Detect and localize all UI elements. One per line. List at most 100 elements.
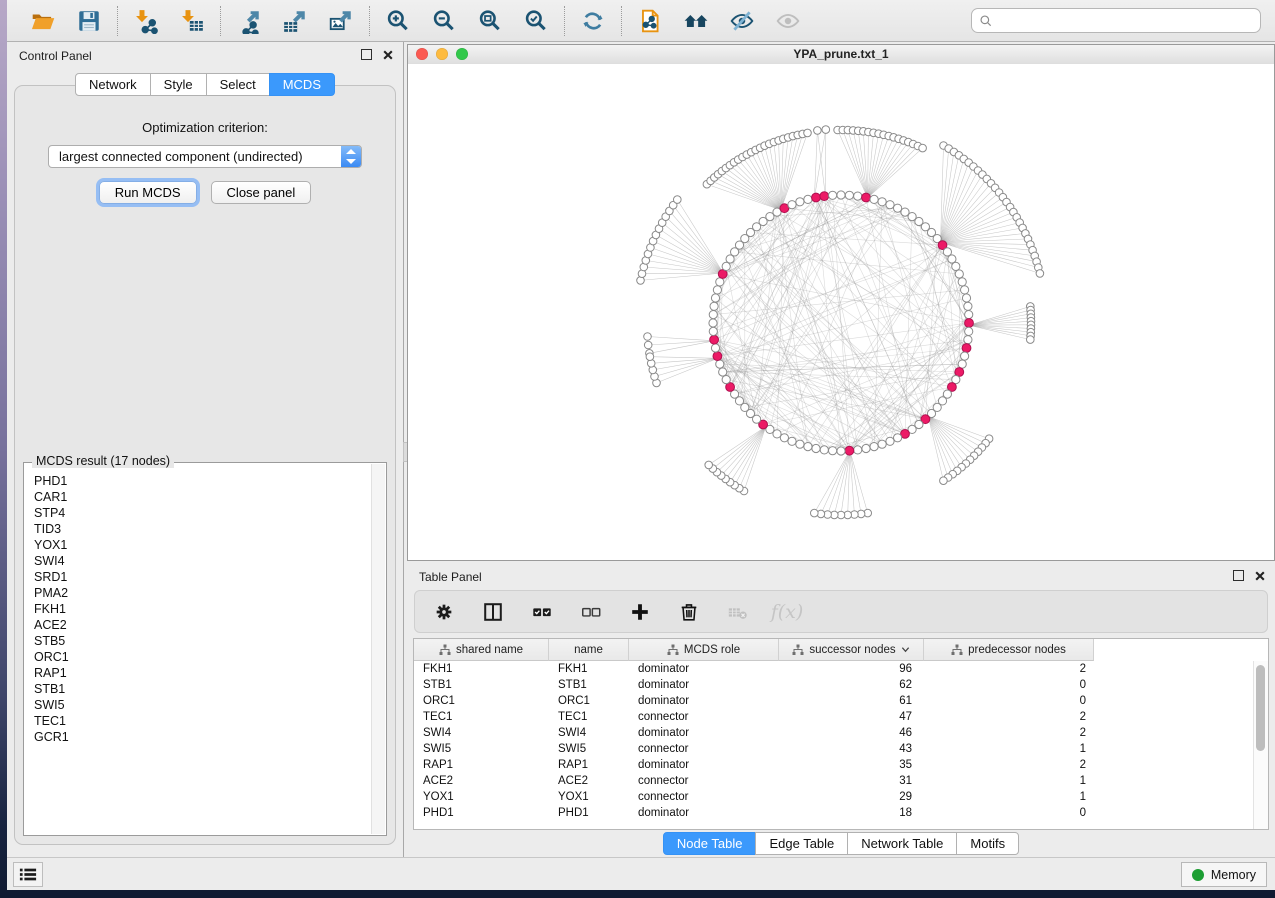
network-node[interactable] xyxy=(965,327,973,335)
leaf-node[interactable] xyxy=(940,477,948,485)
network-node[interactable] xyxy=(788,437,796,445)
mcds-result-item[interactable]: SRD1 xyxy=(34,569,371,585)
show-column-button[interactable] xyxy=(481,600,505,624)
mcds-result-item[interactable]: FKH1 xyxy=(34,601,371,617)
network-node[interactable] xyxy=(870,443,878,451)
network-node[interactable] xyxy=(804,195,812,203)
network-node[interactable] xyxy=(962,294,970,302)
network-node[interactable] xyxy=(862,444,870,452)
network-node[interactable] xyxy=(716,278,724,286)
network-node[interactable] xyxy=(886,437,894,445)
zoom-in-button[interactable] xyxy=(383,6,413,36)
network-node[interactable] xyxy=(709,327,717,335)
export-table-button[interactable] xyxy=(280,6,310,36)
add-row-button[interactable] xyxy=(628,600,652,624)
zoom-out-button[interactable] xyxy=(429,6,459,36)
network-node[interactable] xyxy=(719,368,727,376)
close-panel-button[interactable]: Close panel xyxy=(211,181,312,204)
network-node[interactable] xyxy=(722,376,730,384)
column-header-predecessor-nodes[interactable]: predecessor nodes xyxy=(924,639,1094,661)
table-row[interactable]: ACE2ACE2connector311 xyxy=(414,773,1254,789)
table-row[interactable]: SWI4SWI4dominator462 xyxy=(414,725,1254,741)
table-scrollbar[interactable] xyxy=(1253,661,1268,829)
dominator-node[interactable] xyxy=(962,344,971,353)
network-node[interactable] xyxy=(894,434,902,442)
network-node[interactable] xyxy=(710,302,718,310)
run-mcds-button[interactable]: Run MCDS xyxy=(99,181,197,204)
optimization-criterion-select[interactable]: largest connected component (undirected) xyxy=(48,145,362,168)
tab-mcds[interactable]: MCDS xyxy=(269,73,335,96)
network-node[interactable] xyxy=(955,270,963,278)
network-node[interactable] xyxy=(796,440,804,448)
dominator-node[interactable] xyxy=(710,335,719,344)
select-all-button[interactable] xyxy=(530,600,554,624)
tab-motifs[interactable]: Motifs xyxy=(956,832,1019,855)
mcds-result-item[interactable]: STB1 xyxy=(34,681,371,697)
leaf-node[interactable] xyxy=(1027,336,1035,344)
network-node[interactable] xyxy=(709,311,717,319)
import-network-button[interactable] xyxy=(131,6,161,36)
network-node[interactable] xyxy=(829,447,837,455)
network-node[interactable] xyxy=(820,446,828,454)
close-panel-icon[interactable] xyxy=(383,50,393,60)
mcds-result-item[interactable]: PHD1 xyxy=(34,473,371,489)
leaf-node[interactable] xyxy=(674,196,682,204)
network-node[interactable] xyxy=(886,201,894,209)
maximize-window-icon[interactable] xyxy=(456,48,468,60)
new-network-from-selection-button[interactable] xyxy=(635,6,665,36)
network-node[interactable] xyxy=(713,286,721,294)
table-row[interactable]: SWI5SWI5connector431 xyxy=(414,741,1254,757)
leaf-node[interactable] xyxy=(1036,270,1044,278)
tab-node-table[interactable]: Node Table xyxy=(663,832,757,855)
tab-network[interactable]: Network xyxy=(75,73,151,96)
mcds-list-scrollbar[interactable] xyxy=(371,464,385,834)
dominator-node[interactable] xyxy=(820,192,829,201)
export-image-button[interactable] xyxy=(326,6,356,36)
network-node[interactable] xyxy=(870,195,878,203)
minimize-window-icon[interactable] xyxy=(436,48,448,60)
mcds-result-item[interactable]: STP4 xyxy=(34,505,371,521)
network-node[interactable] xyxy=(965,311,973,319)
leaf-node[interactable] xyxy=(811,509,819,517)
network-node[interactable] xyxy=(709,319,717,327)
column-header-name[interactable]: name xyxy=(549,639,629,661)
leaf-node[interactable] xyxy=(646,353,654,361)
column-header-shared-name[interactable]: shared name xyxy=(414,639,549,661)
network-node[interactable] xyxy=(804,443,812,451)
mcds-result-item[interactable]: PMA2 xyxy=(34,585,371,601)
search-box[interactable] xyxy=(971,8,1261,33)
network-node[interactable] xyxy=(878,198,886,206)
import-table-button[interactable] xyxy=(177,6,207,36)
hide-selected-button[interactable] xyxy=(727,6,757,36)
network-node[interactable] xyxy=(854,446,862,454)
table-row[interactable]: RAP1RAP1dominator352 xyxy=(414,757,1254,773)
dominator-node[interactable] xyxy=(845,446,854,455)
close-window-icon[interactable] xyxy=(416,48,428,60)
table-row[interactable]: ORC1ORC1dominator610 xyxy=(414,693,1254,709)
leaf-node[interactable] xyxy=(919,144,927,152)
network-node[interactable] xyxy=(854,192,862,200)
network-node[interactable] xyxy=(958,360,966,368)
attribute-settings-button[interactable] xyxy=(432,600,456,624)
float-panel-icon[interactable] xyxy=(361,49,372,60)
refresh-button[interactable] xyxy=(578,6,608,36)
table-row[interactable]: TEC1TEC1connector472 xyxy=(414,709,1254,725)
mcds-result-item[interactable]: YOX1 xyxy=(34,537,371,553)
export-network-button[interactable] xyxy=(234,6,264,36)
network-window-titlebar[interactable]: YPA_prune.txt_1 xyxy=(408,45,1274,65)
network-node[interactable] xyxy=(961,352,969,360)
network-node[interactable] xyxy=(958,278,966,286)
network-node[interactable] xyxy=(964,302,972,310)
network-node[interactable] xyxy=(796,198,804,206)
table-row[interactable]: PHD1PHD1dominator180 xyxy=(414,805,1254,821)
network-node[interactable] xyxy=(716,360,724,368)
network-node[interactable] xyxy=(894,204,902,212)
column-header-successor-nodes[interactable]: successor nodes xyxy=(779,639,924,661)
dominator-node[interactable] xyxy=(965,319,974,328)
mcds-result-item[interactable]: TEC1 xyxy=(34,713,371,729)
zoom-selected-button[interactable] xyxy=(521,6,551,36)
table-row[interactable]: STB1STB1dominator620 xyxy=(414,677,1254,693)
float-table-panel-icon[interactable] xyxy=(1233,570,1244,581)
network-node[interactable] xyxy=(829,191,837,199)
save-session-button[interactable] xyxy=(74,6,104,36)
